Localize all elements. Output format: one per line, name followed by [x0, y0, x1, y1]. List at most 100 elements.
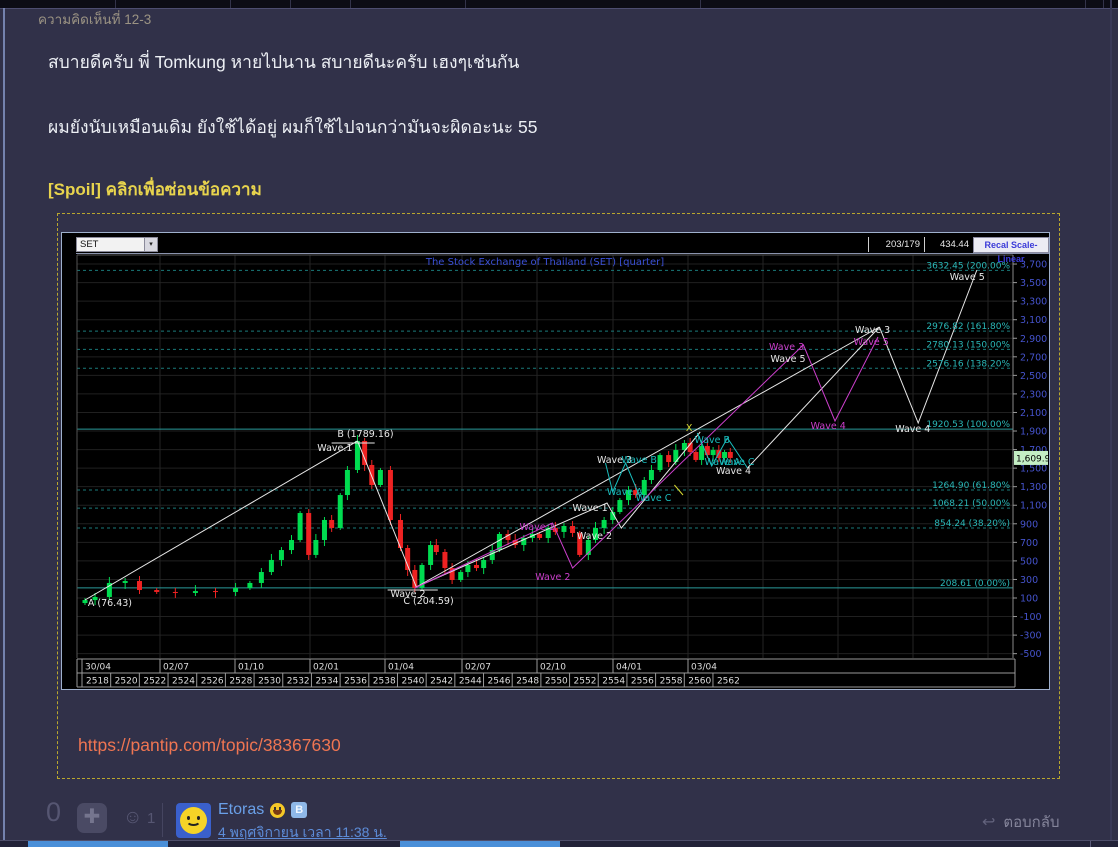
svg-text:2524: 2524 — [172, 677, 195, 687]
svg-text:3,100: 3,100 — [1020, 315, 1047, 326]
recal-scale-button: Recal Scale-Linear — [973, 237, 1049, 264]
svg-text:The Stock Exchange of Thailand: The Stock Exchange of Thailand (SET) [qu… — [425, 257, 664, 268]
grid-lines — [77, 255, 1013, 658]
svg-text:B (1789.16): B (1789.16) — [337, 429, 393, 440]
svg-text:500: 500 — [1020, 556, 1038, 567]
svg-text:2518: 2518 — [86, 677, 109, 687]
svg-text:-100: -100 — [1020, 612, 1042, 623]
fibonacci-labels: 3632.45 (200.00%2976.82 (161.80%2780.13 … — [926, 261, 1010, 589]
svg-text:Wave 4: Wave 4 — [811, 421, 846, 432]
reply-button[interactable]: ↩ ตอบกลับ — [982, 810, 1059, 834]
svg-text:02/01: 02/01 — [313, 663, 339, 673]
svg-text:01/10: 01/10 — [238, 663, 264, 673]
svg-text:Wave B: Wave B — [694, 435, 730, 446]
svg-text:2554: 2554 — [602, 677, 625, 687]
username-link[interactable]: Etoras — [218, 801, 264, 819]
top-strip-separator — [115, 0, 116, 8]
svg-text:Wave 5: Wave 5 — [854, 337, 889, 348]
chart-title: The Stock Exchange of Thailand (SET) [qu… — [425, 257, 664, 268]
svg-text:Wave 2: Wave 2 — [535, 572, 570, 583]
avatar-smiley-face — [180, 807, 207, 834]
svg-text:854.24 (38.20%): 854.24 (38.20%) — [934, 519, 1010, 529]
top-strip-separator — [290, 0, 291, 8]
page-right-border — [1110, 0, 1112, 847]
svg-text:C (204.59): C (204.59) — [403, 596, 453, 607]
stock-chart-image[interactable]: 3,700 3,500 3,300 3,100 2,900 2,700 2,500 2,300… — [61, 232, 1050, 690]
last-price-marker: 1,609.91 — [1014, 450, 1049, 465]
svg-text:01/04: 01/04 — [388, 663, 414, 673]
svg-text:208.61 (0.00%): 208.61 (0.00%) — [940, 579, 1010, 589]
chart-canvas: 3,7003,5003,3003,1002,9002,7002,5002,300… — [76, 254, 1049, 688]
avatar[interactable] — [176, 803, 211, 838]
svg-text:X: X — [686, 423, 693, 434]
svg-text:2,300: 2,300 — [1020, 389, 1047, 400]
svg-text:1,900: 1,900 — [1020, 427, 1047, 438]
svg-text:2552: 2552 — [574, 677, 597, 687]
svg-text:1,500: 1,500 — [1020, 464, 1047, 475]
svg-text:1920.53 (100.00%: 1920.53 (100.00% — [926, 420, 1010, 430]
reply-label: ตอบกลับ — [1003, 814, 1060, 831]
laughing-emoji-icon — [270, 802, 286, 818]
svg-text:2558: 2558 — [660, 677, 683, 687]
svg-text:Wave 4: Wave 4 — [895, 424, 930, 435]
upvote-plus-button[interactable]: ✚ — [77, 803, 107, 833]
svg-text:04/01: 04/01 — [616, 663, 642, 673]
spoiler-toggle[interactable]: [Spoil] คลิกเพื่อซ่อนข้อความ — [48, 176, 262, 203]
bars-count-cell: 203/179 — [868, 237, 924, 252]
svg-text:2540: 2540 — [401, 677, 424, 687]
top-strip-separator — [700, 0, 701, 8]
svg-text:2560: 2560 — [688, 677, 711, 687]
avatar-smile — [186, 815, 201, 826]
svg-text:2,900: 2,900 — [1020, 334, 1047, 345]
top-strip-separator — [1085, 0, 1086, 8]
svg-text:Wave 1: Wave 1 — [520, 522, 555, 533]
svg-text:2556: 2556 — [631, 677, 654, 687]
top-strip-separator — [1103, 0, 1104, 8]
svg-text:Wave C: Wave C — [636, 493, 672, 504]
svg-text:1264.90 (61.80%: 1264.90 (61.80% — [932, 481, 1010, 491]
vote-score: 0 — [46, 797, 62, 827]
svg-text:Wave 1: Wave 1 — [573, 503, 608, 514]
svg-text:3,500: 3,500 — [1020, 278, 1047, 289]
svg-text:Wave 3: Wave 3 — [769, 342, 804, 353]
svg-text:2550: 2550 — [545, 677, 568, 687]
svg-text:2522: 2522 — [143, 677, 166, 687]
comment-paragraph-2: ผมยังนับเหมือนเดิม ยังใช้ได้อยู่ ผมก็ใช้… — [48, 117, 538, 137]
svg-text:900: 900 — [1020, 519, 1038, 530]
comment-paragraph-1: สบายดีครับ พี่ Tomkung หายไปนาน สบายดีนะ… — [48, 52, 520, 72]
svg-text:2542: 2542 — [430, 677, 453, 687]
browser-top-strip — [0, 0, 1118, 9]
toolbar-divider — [76, 253, 1049, 254]
top-strip-separator — [350, 0, 351, 8]
topic-link[interactable]: https://pantip.com/topic/38367630 — [78, 735, 341, 756]
svg-text:2530: 2530 — [258, 677, 281, 687]
svg-text:1,300: 1,300 — [1020, 482, 1047, 493]
forum-comment-page: ความคิดเห็นที่ 12-3 สบายดีครับ พี่ Tomku… — [0, 0, 1118, 847]
chevron-down-icon: ▾ — [144, 238, 157, 251]
bottom-blue-segment-1 — [28, 841, 168, 847]
svg-text:700: 700 — [1020, 538, 1038, 549]
svg-text:2520: 2520 — [115, 677, 138, 687]
symbol-label: SET — [80, 239, 99, 250]
wave-labels: A (76.43) Wave.1 B (1789.16) Wave 2 C (204.5… — [88, 272, 985, 609]
svg-text:-500: -500 — [1020, 649, 1042, 660]
fibonacci-levels — [77, 269, 1013, 589]
svg-text:2,100: 2,100 — [1020, 408, 1047, 419]
svg-text:02/07: 02/07 — [163, 663, 189, 673]
svg-text:1068.21 (50.00%: 1068.21 (50.00% — [932, 499, 1010, 509]
svg-text:Wave 3: Wave 3 — [855, 325, 890, 336]
svg-text:2544: 2544 — [459, 677, 482, 687]
bottom-strip-separator — [1090, 841, 1091, 847]
reply-arrow-icon: ↩ — [982, 814, 996, 831]
svg-text:2534: 2534 — [315, 677, 338, 687]
bottom-blue-segment-2 — [400, 841, 560, 847]
emotion-icon[interactable]: ☺ — [123, 807, 142, 829]
page-left-border — [3, 8, 5, 844]
svg-text:2780.13 (150.00%: 2780.13 (150.00% — [926, 340, 1010, 350]
svg-text:Wave 5: Wave 5 — [770, 354, 805, 365]
svg-text:100: 100 — [1020, 594, 1038, 605]
svg-text:2976.82 (161.80%: 2976.82 (161.80% — [926, 322, 1010, 332]
svg-text:300: 300 — [1020, 575, 1038, 586]
svg-text:1,609.91: 1,609.91 — [1016, 454, 1049, 464]
svg-text:2526: 2526 — [201, 677, 224, 687]
